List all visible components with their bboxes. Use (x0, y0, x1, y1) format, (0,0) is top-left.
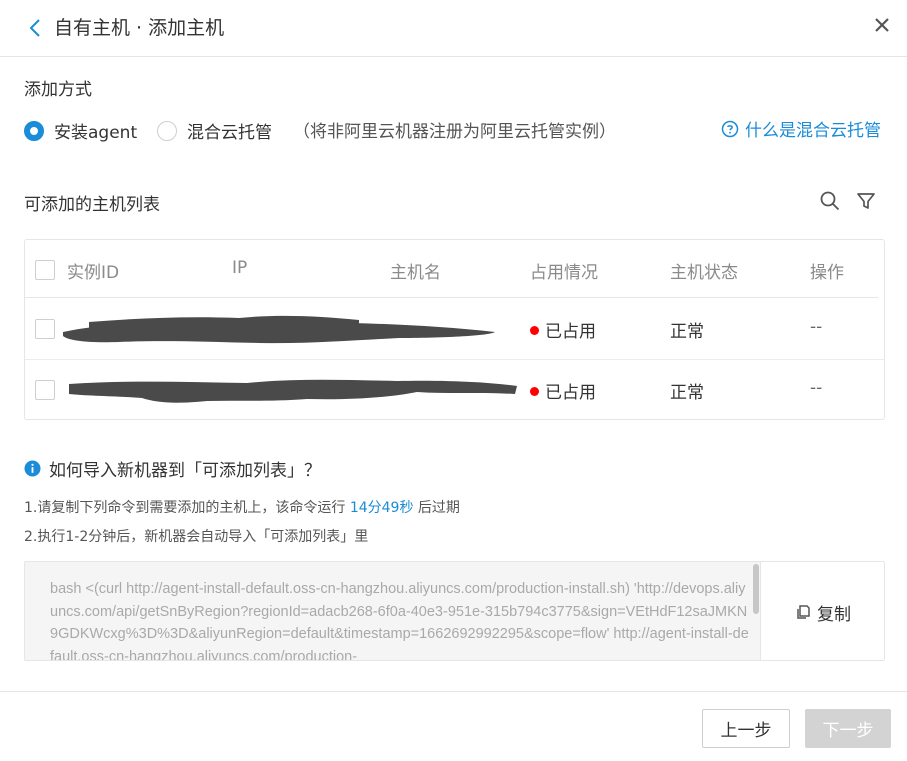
occupied-status-dot (530, 325, 539, 335)
radio-hybrid-cloud-label: 混合云托管 (187, 123, 272, 143)
row-checkbox[interactable] (35, 319, 55, 339)
import-guide-title: 如何导入新机器到「可添加列表」？ (24, 456, 321, 481)
usage-cell: 已占用 (530, 378, 596, 403)
install-command-text[interactable]: bash <(curl http://agent-install-default… (50, 578, 750, 660)
filter-icon[interactable] (855, 190, 877, 212)
add-method-label: 添加方式 (24, 80, 92, 100)
next-step-button[interactable]: 下一步 (805, 709, 891, 748)
copy-button[interactable]: 复制 (760, 562, 884, 660)
step-1-prefix: 1.请复制下列命令到需要添加的主机上，该命令运行 (24, 500, 350, 516)
expiry-countdown: 14分49秒 (349, 500, 414, 516)
row-checkbox[interactable] (35, 380, 55, 400)
previous-step-button[interactable]: 上一步 (702, 709, 790, 748)
radio-install-agent-label: 安装agent (54, 123, 138, 143)
radio-install-agent[interactable]: 安装agent (24, 118, 137, 143)
redacted-host-info (69, 379, 517, 403)
select-all-checkbox[interactable] (35, 260, 55, 280)
hybrid-cloud-hint: （将非阿里云机器注册为阿里云托管实例） (293, 122, 616, 142)
dialog-header: 自有主机 · 添加主机 (0, 0, 907, 57)
column-header-instance-id: 实例ID (67, 263, 120, 283)
action-cell: -- (810, 378, 823, 398)
question-circle-icon (721, 120, 739, 137)
close-icon[interactable] (872, 14, 892, 36)
status-cell: 正常 (670, 383, 704, 403)
import-guide-title-text: 如何导入新机器到「可添加列表」？ (49, 461, 321, 481)
install-command-box: bash <(curl http://agent-install-default… (24, 561, 885, 661)
table-row: 已占用 正常 -- (25, 298, 884, 359)
usage-cell: 已占用 (530, 317, 596, 342)
column-header-usage: 占用情况 (530, 263, 598, 283)
occupied-status-dot (530, 386, 539, 396)
column-header-status: 主机状态 (670, 263, 738, 283)
column-header-hostname: 主机名 (390, 263, 441, 283)
host-table: 实例ID IP 主机名 占用情况 主机状态 操作 已占用 正常 -- 已占用 正… (24, 239, 885, 420)
radio-hybrid-cloud[interactable]: 混合云托管 (157, 118, 272, 143)
search-icon[interactable] (819, 190, 841, 212)
info-icon (24, 460, 41, 477)
host-list-title: 可添加的主机列表 (24, 195, 160, 215)
radio-unchecked-indicator (157, 120, 177, 141)
hybrid-cloud-help-link[interactable]: 什么是混合云托管 (721, 116, 881, 141)
column-header-ip: IP (232, 258, 248, 278)
table-header: 实例ID IP 主机名 占用情况 主机状态 操作 (25, 240, 878, 298)
page-title: 自有主机 · 添加主机 (54, 17, 225, 39)
import-step-2: 2.执行1-2分钟后，新机器会自动导入「可添加列表」里 (24, 529, 369, 545)
status-cell: 正常 (670, 322, 704, 342)
dialog-footer: 上一步 下一步 (0, 691, 907, 761)
command-scrollbar[interactable] (753, 564, 759, 614)
action-cell: -- (810, 317, 823, 337)
step-1-suffix: 后过期 (413, 500, 460, 516)
help-link-label: 什么是混合云托管 (745, 121, 881, 141)
back-arrow-icon[interactable] (26, 16, 46, 40)
usage-text: 已占用 (545, 383, 596, 403)
table-row: 已占用 正常 -- (25, 359, 884, 420)
radio-checked-indicator (24, 120, 44, 141)
redacted-host-info (63, 315, 495, 344)
import-step-1: 1.请复制下列命令到需要添加的主机上，该命令运行 14分49秒 后过期 (24, 497, 460, 517)
usage-text: 已占用 (545, 322, 596, 342)
copy-icon (797, 605, 810, 619)
copy-button-label: 复制 (817, 604, 851, 625)
column-header-action: 操作 (810, 263, 844, 283)
